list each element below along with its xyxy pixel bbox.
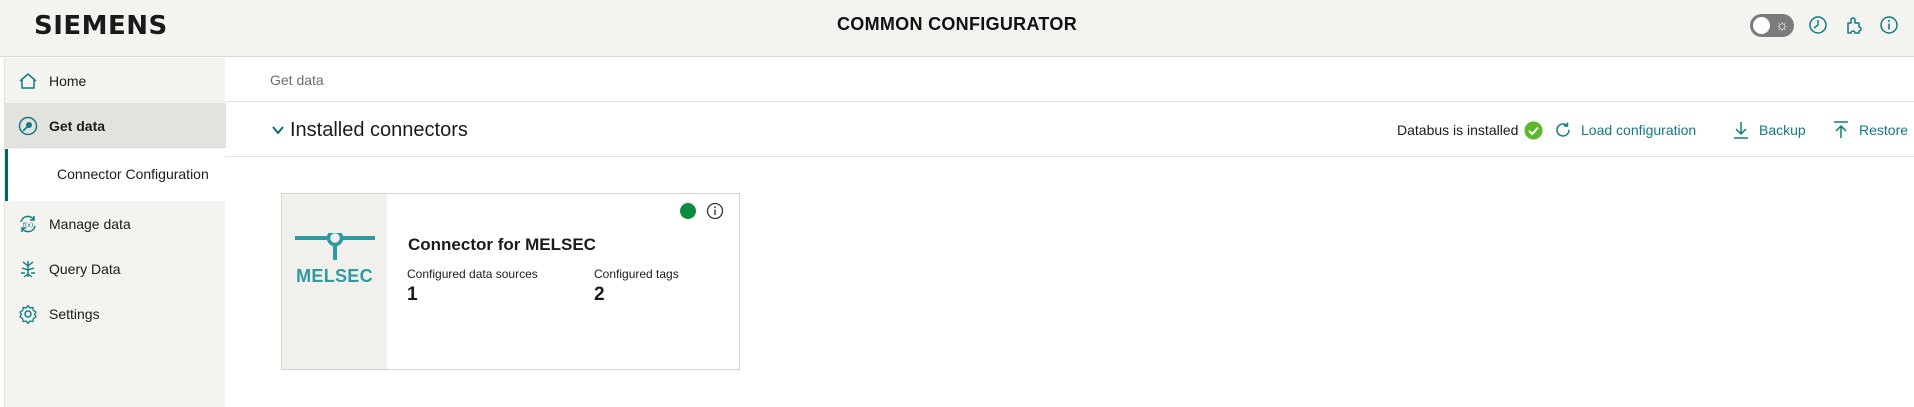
- svg-text:f(x): f(x): [23, 222, 33, 229]
- load-configuration-label: Load configuration: [1581, 122, 1697, 138]
- sidebar-item-label: Query Data: [49, 260, 121, 277]
- databus-status-text: Databus is installed: [1397, 122, 1519, 138]
- sidebar-subitem-label: Connector Configuration: [57, 166, 209, 182]
- melsec-logo-icon: [295, 233, 375, 260]
- puzzle-icon[interactable]: [1842, 13, 1866, 37]
- sun-icon: ☼: [1775, 17, 1789, 34]
- toggle-knob: [1753, 17, 1770, 34]
- breadcrumb-item[interactable]: Get data: [270, 72, 324, 88]
- configured-tags-value: 2: [594, 284, 605, 305]
- sidebar: Home Get data Connector Configuration f(…: [4, 58, 226, 407]
- query-data-icon: [21, 261, 35, 278]
- section-header: Installed connectors Databus is installe…: [225, 103, 1914, 157]
- section-title: Installed connectors: [290, 119, 468, 141]
- sidebar-item-manage-data[interactable]: f(x) Manage data: [5, 201, 226, 246]
- restore-button[interactable]: Restore: [1831, 119, 1908, 141]
- home-icon: [19, 73, 37, 89]
- sidebar-item-label: Manage data: [49, 215, 131, 232]
- configured-sources-label: Configured data sources: [407, 267, 538, 281]
- upload-icon: [1834, 121, 1848, 138]
- reload-icon: [1556, 122, 1570, 137]
- download-icon: [1734, 122, 1748, 139]
- load-configuration-button[interactable]: Load configuration: [1553, 119, 1696, 141]
- app-title: COMMON CONFIGURATOR: [836, 14, 1078, 34]
- sidebar-item-get-data[interactable]: Get data: [5, 103, 226, 148]
- connector-card[interactable]: MELSEC Connector for MELSEC Configured d…: [281, 193, 740, 370]
- info-icon[interactable]: [1877, 13, 1901, 37]
- sidebar-item-home[interactable]: Home: [5, 58, 226, 103]
- manage-data-icon: f(x): [20, 215, 36, 233]
- get-data-icon: [18, 116, 38, 136]
- sidebar-item-settings[interactable]: Settings: [5, 291, 226, 336]
- history-icon[interactable]: [1806, 13, 1830, 37]
- status-indicator: [680, 203, 696, 219]
- configured-sources-value: 1: [407, 284, 418, 305]
- sidebar-item-label: Settings: [49, 305, 100, 322]
- sidebar-item-label: Home: [49, 72, 87, 89]
- backup-label: Backup: [1759, 122, 1806, 138]
- sidebar-subitem-connector-configuration[interactable]: Connector Configuration: [5, 149, 226, 201]
- chevron-down-icon[interactable]: [271, 123, 285, 137]
- top-bar: SIEMENS COMMON CONFIGURATOR ☼: [0, 0, 1914, 57]
- sidebar-item-query-data[interactable]: Query Data: [5, 246, 226, 291]
- breadcrumb: Get data: [225, 58, 1914, 102]
- siemens-logo[interactable]: SIEMENS: [34, 11, 168, 41]
- restore-label: Restore: [1859, 122, 1909, 138]
- configured-tags-label: Configured tags: [594, 267, 679, 281]
- backup-button[interactable]: Backup: [1731, 119, 1806, 141]
- theme-toggle[interactable]: ☼: [1750, 14, 1794, 37]
- connector-title: Connector for MELSEC: [408, 235, 596, 254]
- sidebar-item-label: Get data: [49, 117, 106, 134]
- gear-icon: [19, 304, 37, 325]
- info-icon[interactable]: [706, 202, 724, 220]
- melsec-logo-text: MELSEC: [296, 266, 373, 286]
- connector-logo: MELSEC: [282, 194, 387, 369]
- check-circle-icon: [1524, 121, 1543, 140]
